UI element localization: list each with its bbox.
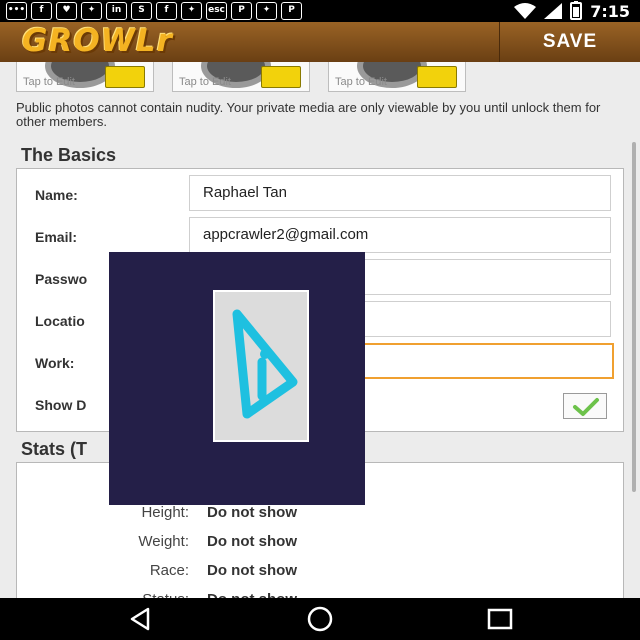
show-checkbox[interactable]: [563, 393, 607, 419]
photo-tile[interactable]: Tap to Edit: [328, 62, 466, 92]
stat-value: Do not show: [207, 533, 297, 550]
show-label: Show D: [35, 397, 87, 413]
stat-label: Weight:: [138, 533, 189, 550]
photo-tile[interactable]: Tap to Edit: [172, 62, 310, 92]
pinterest-icon: P: [281, 2, 302, 20]
overlay-card: [213, 290, 309, 442]
scrollbar[interactable]: [632, 142, 636, 492]
email-field[interactable]: appcrawler2@gmail.com: [189, 217, 611, 253]
lock-icon: [105, 66, 145, 88]
lock-icon: [417, 66, 457, 88]
message-icon: •••: [6, 2, 27, 20]
name-field[interactable]: Raphael Tan: [189, 175, 611, 211]
tap-to-edit-label: Tap to Edit: [335, 76, 387, 88]
facebook-icon: f: [31, 2, 52, 20]
tap-to-edit-label: Tap to Edit: [179, 76, 231, 88]
app-logo: GROWLr: [22, 23, 173, 59]
status-bar: ••• f ♥ ✦ in S f ✦ esc P ✦ P 7:15: [0, 0, 640, 22]
photo-policy-notice: Public photos cannot contain nudity. You…: [16, 100, 601, 129]
name-label: Name:: [35, 187, 78, 203]
stat-row[interactable]: Weight: Do not show: [17, 533, 625, 553]
stat-value: Do not show: [207, 504, 297, 521]
navigation-bar: [0, 598, 640, 640]
notification-icons: ••• f ♥ ✦ in S f ✦ esc P ✦ P: [6, 2, 302, 20]
basics-section-title: The Basics: [21, 145, 117, 165]
back-icon[interactable]: [126, 605, 156, 633]
photo-tile[interactable]: Tap to Edit: [16, 62, 154, 92]
stat-row[interactable]: Height: Do not show: [17, 504, 625, 524]
wolf-icon: ✦: [256, 2, 277, 20]
stats-section-title: Stats (T: [21, 439, 88, 459]
wolf-icon: ✦: [81, 2, 102, 20]
location-label: Locatio: [35, 313, 85, 329]
stat-value: Do not show: [207, 562, 297, 579]
recents-icon[interactable]: [485, 605, 515, 633]
wifi-icon: [514, 3, 537, 19]
wolf-icon: ✦: [181, 2, 202, 20]
stat-row[interactable]: Race: Do not show: [17, 562, 625, 582]
app-bar: GROWLr SAVE: [0, 22, 640, 62]
email-label: Email:: [35, 229, 78, 245]
photo-strip: Tap to Edit Tap to Edit Tap to Edit: [16, 62, 476, 92]
tap-to-edit-label: Tap to Edit: [23, 76, 75, 88]
save-button[interactable]: SAVE: [500, 22, 640, 62]
clock: 7:15: [590, 1, 630, 21]
overlay-popup[interactable]: [109, 252, 365, 505]
lock-icon: [261, 66, 301, 88]
stat-label: Race:: [149, 562, 189, 579]
esc-icon: esc: [206, 2, 227, 20]
app-glyph-icon: [232, 309, 298, 419]
linkedin-icon: in: [106, 2, 127, 20]
password-label: Passwo: [35, 271, 88, 287]
skype-icon: S: [131, 2, 152, 20]
facebook-icon: f: [156, 2, 177, 20]
heart-icon: ♥: [56, 2, 77, 20]
pinterest-icon: P: [231, 2, 252, 20]
work-label: Work:: [35, 355, 75, 371]
stat-label: Height:: [141, 504, 189, 521]
checkmark-icon: [573, 398, 599, 416]
battery-icon: [570, 1, 583, 20]
signal-icon: [544, 3, 563, 19]
home-icon[interactable]: [305, 605, 335, 633]
